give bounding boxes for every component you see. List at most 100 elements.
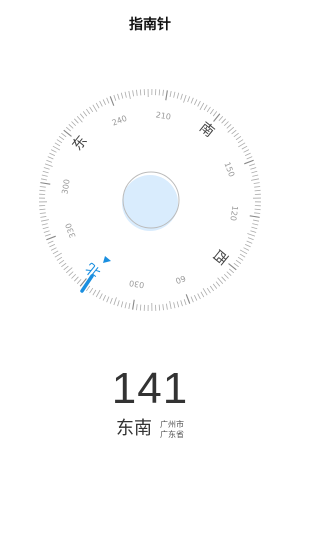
compass-tick (251, 178, 260, 181)
compass-tick (254, 208, 261, 211)
compass-tick (42, 226, 49, 230)
compass-tick (169, 301, 172, 310)
compass-tick (46, 159, 53, 163)
compass-tick (237, 139, 244, 144)
compass-tick (180, 300, 183, 307)
compass-tick (50, 149, 57, 153)
compass-tick (61, 132, 67, 138)
compass-tick (46, 235, 56, 241)
compass-tick (124, 302, 127, 309)
compass-tick (254, 212, 261, 214)
compass-dial: 330 300 240 210 150 120 60 030 北 东 南西 (39, 89, 261, 311)
compass-tick (120, 301, 124, 308)
compass-tick (249, 215, 260, 218)
compass-tick (99, 100, 103, 107)
compass-tick (95, 289, 101, 298)
heading-degrees: 141 (111, 364, 189, 413)
compass-tick (39, 186, 46, 188)
compass-tick (206, 106, 211, 113)
compass-tick (212, 111, 218, 117)
compass-tick (244, 159, 254, 165)
compass-tick (228, 268, 235, 274)
compass-tick (89, 287, 94, 294)
compass-tick (226, 271, 232, 276)
compass-tick (102, 294, 106, 301)
compass-tick (194, 294, 198, 301)
level-bubble (122, 175, 178, 231)
compass-tick (71, 273, 77, 279)
compass-tick (41, 174, 48, 177)
cardinal-north: 北 (83, 259, 104, 280)
compass-tick (92, 104, 98, 112)
compass-tick (247, 233, 256, 237)
compass-tick (238, 142, 246, 148)
compass-tick (215, 281, 221, 287)
compass-tick (102, 99, 106, 106)
compass-tick (49, 152, 56, 156)
compass-tick (56, 256, 63, 261)
degree-label: 150 (222, 161, 236, 178)
compass-tick (247, 237, 254, 241)
compass-tick (231, 129, 237, 135)
compass-tick (158, 304, 161, 311)
compass-tick (190, 296, 194, 303)
compass-tick (50, 247, 57, 251)
compass-tick (39, 212, 46, 214)
compass-tick (202, 288, 208, 296)
compass-tick (44, 233, 51, 237)
compass-tick (252, 174, 259, 177)
compass-tick (109, 96, 115, 106)
compass-tick (227, 126, 235, 133)
compass-tick (40, 182, 51, 185)
compass-tick (243, 247, 250, 251)
compass-tick (65, 267, 73, 274)
compass-tick (89, 106, 94, 113)
compass-tick (209, 285, 214, 292)
compass-tick (173, 302, 176, 309)
compass-tick (239, 249, 248, 255)
compass-tick (239, 253, 246, 258)
compass-tick (47, 240, 54, 244)
compass-tick (136, 304, 138, 311)
compass-tick (106, 97, 110, 104)
compass-tick (113, 297, 117, 306)
location-info: 广州市 广东省 (160, 420, 184, 440)
compass-tick (42, 170, 49, 174)
compass-tick (113, 94, 117, 101)
compass-tick (176, 301, 180, 308)
compass-tick (49, 244, 56, 248)
compass-tick (203, 104, 208, 111)
compass-tick (71, 121, 77, 127)
compass-tick (243, 149, 250, 153)
compass-tick (117, 93, 120, 100)
compass-tick (252, 223, 259, 226)
compass-tick (58, 259, 65, 264)
compass-tick (251, 170, 258, 174)
compass-tick (176, 92, 180, 99)
compass-tick (209, 108, 214, 115)
cardinal-east: 东 (69, 133, 90, 154)
compass-tick (54, 142, 61, 147)
compass-tick (128, 302, 131, 310)
compass-tick (249, 163, 256, 167)
compass-tick (86, 108, 91, 115)
compass-tick (218, 115, 224, 122)
compass-tick (199, 102, 205, 111)
compass-tick (109, 297, 113, 304)
compass-tick (162, 304, 164, 311)
degree-label: 030 (128, 278, 145, 289)
compass-tick (39, 208, 46, 211)
compass-tick (128, 90, 131, 99)
compass-tick (132, 90, 134, 97)
compass-tick (120, 92, 124, 99)
compass-tick (180, 93, 183, 100)
compass-tick (183, 94, 187, 103)
compass-tick (254, 186, 261, 188)
compass-tick (43, 167, 50, 170)
compass-tick (52, 250, 59, 255)
compass-tick (244, 152, 251, 156)
compass-tick (79, 113, 85, 119)
degree-label: 210 (155, 110, 172, 121)
compass-tick (246, 156, 253, 160)
compass-tick (106, 296, 110, 303)
